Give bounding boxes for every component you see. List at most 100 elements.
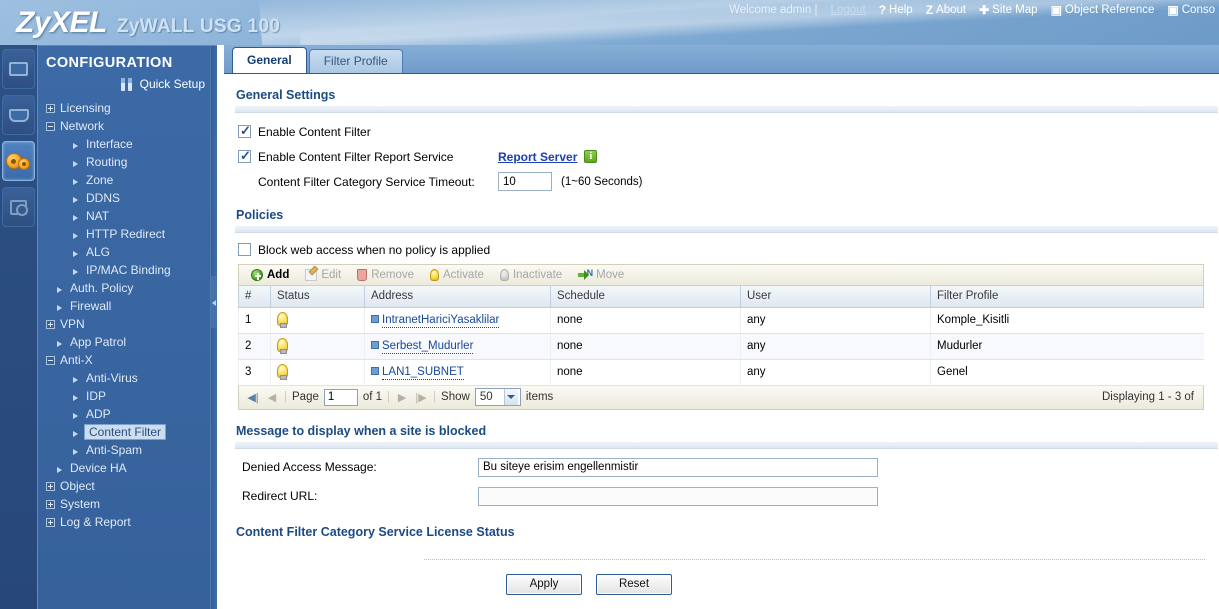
arrow-icon[interactable] (72, 266, 81, 275)
page-size-select[interactable]: 50 (474, 388, 521, 406)
console-link[interactable]: ▣ Conso (1167, 3, 1215, 17)
arrow-icon[interactable] (72, 248, 81, 257)
sidebar-item-auth-policy[interactable]: Auth. Policy (44, 279, 217, 297)
sidebar-item-content-filter[interactable]: Content Filter (44, 423, 217, 441)
sidebar-item-zone[interactable]: Zone (44, 171, 217, 189)
rail-button-monitor[interactable] (2, 95, 35, 135)
rail-button-maintenance[interactable] (2, 187, 35, 227)
arrow-icon[interactable] (56, 338, 65, 347)
sidebar-item-routing[interactable]: Routing (44, 153, 217, 171)
quick-setup-button[interactable]: Quick Setup (38, 75, 217, 99)
page-input[interactable] (323, 388, 358, 406)
enable-content-filter-checkbox[interactable] (238, 123, 251, 139)
apply-button[interactable]: Apply (506, 573, 582, 595)
sidebar-item-system[interactable]: System (44, 495, 217, 513)
sidebar-item-ddns[interactable]: DDNS (44, 189, 217, 207)
object-reference-link[interactable]: ▣ Object Reference (1051, 3, 1155, 17)
sidebar-item-anti-virus[interactable]: Anti-Virus (44, 369, 217, 387)
sidebar-item-ip-mac-binding[interactable]: IP/MAC Binding (44, 261, 217, 279)
denied-access-input[interactable] (478, 457, 878, 477)
block-web-access-checkbox[interactable] (238, 243, 251, 256)
expand-plus-icon[interactable] (46, 103, 55, 113)
arrow-icon[interactable] (72, 410, 81, 419)
site-map-link[interactable]: ✚ Site Map (979, 3, 1037, 17)
report-server-link[interactable]: Report Server (498, 150, 577, 164)
sidebar-item-device-ha[interactable]: Device HA (44, 459, 217, 477)
expand-plus-icon[interactable] (46, 319, 55, 329)
table-row[interactable]: 1 IntranetHariciYasaklilar none any Komple_K… (238, 307, 1204, 334)
arrow-icon[interactable] (56, 302, 65, 311)
sidebar-item-idp[interactable]: IDP (44, 387, 217, 405)
sidebar-item-label: IP/MAC Binding (86, 263, 171, 277)
arrow-icon[interactable] (72, 194, 81, 203)
help-link[interactable]: ? Help (879, 3, 913, 17)
arrow-icon[interactable] (72, 374, 81, 383)
prev-page-button[interactable]: ◀ (265, 391, 279, 404)
col-filter-profile[interactable]: Filter Profile (930, 286, 1204, 308)
sidebar-item-network[interactable]: Network (44, 117, 217, 135)
sidebar-item-anti-spam[interactable]: Anti-Spam (44, 441, 217, 459)
table-row[interactable]: 2 Serbest_Mudurler none any Mudurler (238, 333, 1204, 360)
rail-button-configuration[interactable] (2, 141, 35, 181)
arrow-icon[interactable] (72, 392, 81, 401)
activate-button[interactable]: Activate (424, 269, 490, 281)
timeout-input[interactable] (498, 172, 552, 191)
tab-filter-profile[interactable]: Filter Profile (308, 49, 403, 73)
col-number[interactable]: # (238, 286, 271, 308)
arrow-icon[interactable] (72, 446, 81, 455)
arrow-icon[interactable] (72, 230, 81, 239)
arrow-icon[interactable] (72, 158, 81, 167)
sidebar-item-nat[interactable]: NAT (44, 207, 217, 225)
tab-general[interactable]: General (232, 47, 307, 73)
arrow-icon[interactable] (56, 464, 65, 473)
arrow-icon[interactable] (72, 140, 81, 149)
expand-plus-icon[interactable] (46, 517, 55, 527)
arrow-icon[interactable] (72, 176, 81, 185)
sidebar-item-app-patrol[interactable]: App Patrol (44, 333, 217, 351)
move-button[interactable]: N Move (572, 268, 630, 281)
add-button[interactable]: Add (245, 269, 295, 281)
configuration-gears-icon (5, 150, 32, 172)
sidebar-item-http-redirect[interactable]: HTTP Redirect (44, 225, 217, 243)
sidebar-collapse-handle[interactable] (210, 46, 217, 609)
arrow-icon[interactable] (72, 212, 81, 221)
sidebar-item-object[interactable]: Object (44, 477, 217, 495)
sidebar-item-vpn[interactable]: VPN (44, 315, 217, 333)
info-icon[interactable]: i (584, 150, 598, 163)
col-status[interactable]: Status (270, 286, 365, 308)
col-address[interactable]: Address (364, 286, 551, 308)
collapse-minus-icon[interactable] (46, 355, 55, 365)
first-page-button[interactable]: ◀| (246, 391, 260, 404)
sidebar-item-licensing[interactable]: Licensing (44, 99, 217, 117)
about-link[interactable]: Z About (926, 3, 966, 17)
next-page-button[interactable]: ▶ (395, 391, 409, 404)
sidebar-item-alg[interactable]: ALG (44, 243, 217, 261)
table-row[interactable]: 3 LAN1_SUBNET none any Genel (238, 359, 1204, 386)
last-page-button[interactable]: |▶ (414, 391, 428, 404)
collapse-minus-icon[interactable] (46, 121, 55, 131)
address-link[interactable]: LAN1_SUBNET (382, 366, 464, 380)
expand-plus-icon[interactable] (46, 481, 55, 491)
remove-button[interactable]: Remove (351, 269, 420, 281)
enable-report-service-checkbox[interactable] (238, 148, 251, 164)
sidebar-item-adp[interactable]: ADP (44, 405, 217, 423)
redirect-url-input[interactable] (478, 486, 878, 506)
address-link[interactable]: Serbest_Mudurler (382, 340, 474, 354)
expand-plus-icon[interactable] (46, 499, 55, 509)
sidebar-item-log-report[interactable]: Log & Report (44, 513, 217, 531)
edit-button[interactable]: Edit (299, 269, 347, 281)
arrow-icon[interactable] (56, 284, 65, 293)
sidebar-item-firewall[interactable]: Firewall (44, 297, 217, 315)
sidebar-item-anti-x[interactable]: Anti-X (44, 351, 217, 369)
address-object-icon (371, 315, 379, 323)
inactivate-button[interactable]: Inactivate (494, 269, 568, 281)
col-schedule[interactable]: Schedule (550, 286, 741, 308)
logout-link[interactable]: Logout (831, 4, 866, 16)
arrow-icon[interactable] (72, 428, 81, 437)
col-user[interactable]: User (740, 286, 931, 308)
cell-filter-profile: Komple_Kisitli (930, 307, 1204, 334)
sidebar-item-interface[interactable]: Interface (44, 135, 217, 153)
rail-button-dashboard[interactable] (2, 49, 35, 89)
reset-button[interactable]: Reset (596, 573, 672, 595)
address-link[interactable]: IntranetHariciYasaklilar (382, 314, 500, 328)
